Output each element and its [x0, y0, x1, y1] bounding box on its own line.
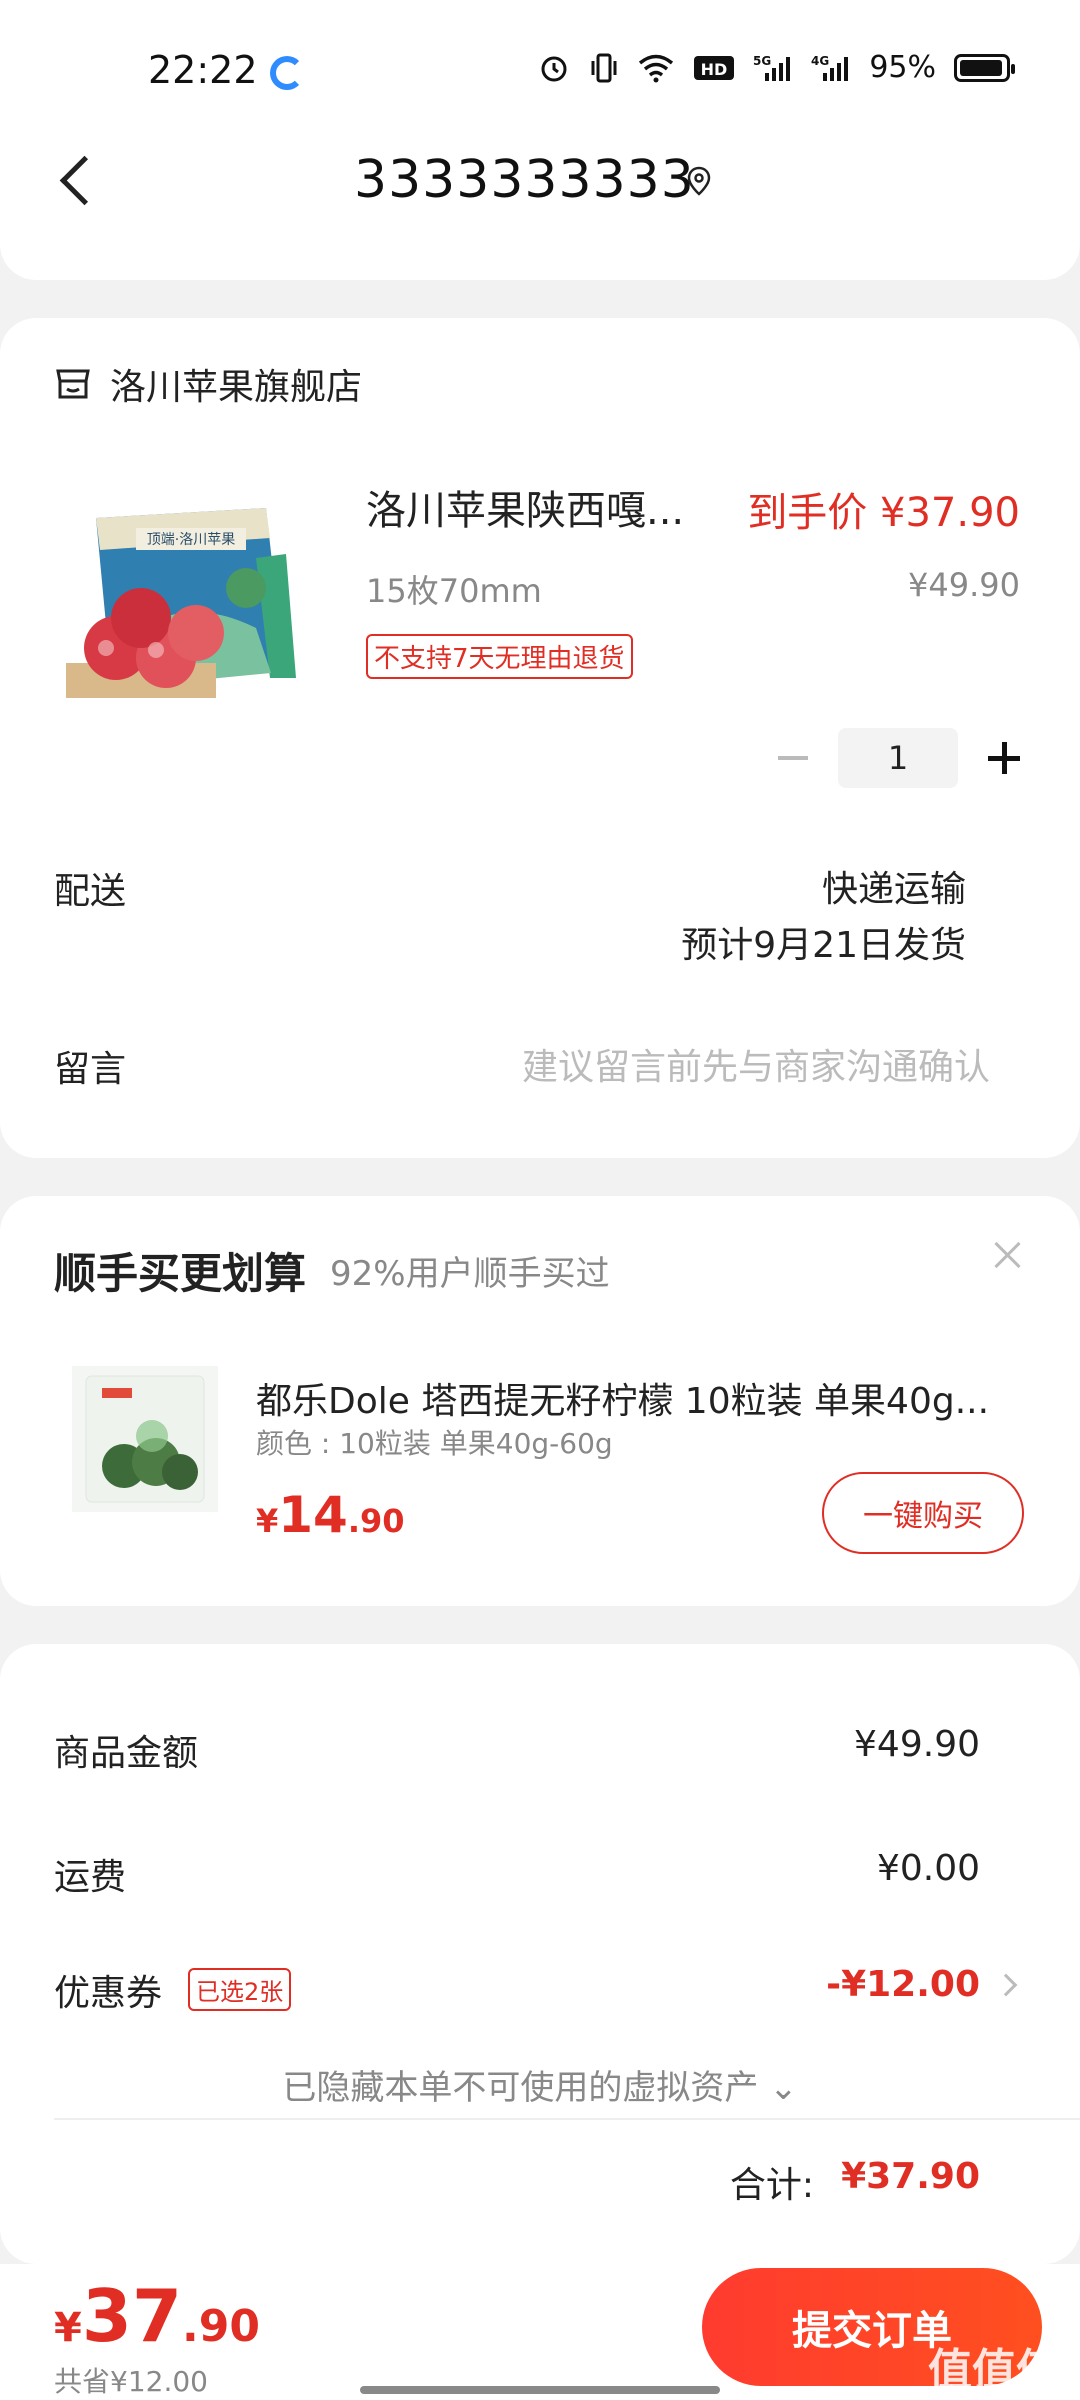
back-icon[interactable]	[54, 148, 104, 212]
battery-icon	[954, 53, 1015, 82]
loading-icon	[270, 56, 304, 90]
alarm-icon	[541, 56, 567, 81]
product-title[interactable]: 洛川苹果陕西嘎...	[366, 478, 706, 536]
store-icon	[56, 369, 90, 399]
close-icon[interactable]	[988, 1236, 1028, 1276]
freight-label: 运费	[54, 1857, 127, 1898]
hidden-assets-toggle[interactable]: 已隐藏本单不可使用的虚拟资产 ⌄	[0, 2060, 1080, 2109]
increase-button[interactable]	[988, 742, 1020, 774]
product-spec: 15枚70mm	[366, 572, 542, 610]
shipping-method[interactable]: 快递运输	[822, 860, 966, 912]
status-bar: 22:22 HD 5G 4G 95%	[0, 40, 1080, 100]
svg-text:顶端·洛川苹果: 顶端·洛川苹果	[147, 532, 235, 548]
signal-4g-icon: 4G	[811, 54, 849, 81]
page-title: 3333333333	[354, 150, 695, 210]
original-price: ¥49.90	[908, 566, 1020, 604]
pay-amount: ¥37.90	[54, 2274, 260, 2358]
goods-amount-label: 商品金额	[54, 1733, 199, 1774]
shipping-eta: 预计9月21日发货	[681, 925, 966, 966]
upsell-product-name[interactable]: 都乐Dole 塔西提无籽柠檬 10粒装 单果40g...	[256, 1372, 1026, 1424]
upsell-subtitle: 92%用户顺手买过	[330, 1254, 610, 1294]
price-summary-card: 商品金额 ¥49.90 运费 ¥0.00 优惠券 已选2张 -¥12.00 已隐…	[0, 1644, 1080, 2264]
total-value: ¥37.90	[841, 2156, 980, 2197]
battery-percent: 95%	[869, 50, 936, 85]
message-input[interactable]: 建议留言前先与商家沟通确认	[522, 1038, 990, 1090]
product-image[interactable]: 顶端·洛川苹果	[56, 498, 318, 718]
coupon-value[interactable]: -¥12.00	[826, 1964, 980, 2005]
coupon-count-badge: 已选2张	[188, 1968, 292, 2011]
svg-text:HD: HD	[701, 60, 728, 79]
total-label: 合计:	[729, 2165, 814, 2206]
vibrate-icon	[591, 53, 617, 82]
shop-row[interactable]: 洛川苹果旗舰店	[54, 358, 362, 410]
coupon-label[interactable]: 优惠券	[54, 1964, 162, 2016]
divider	[54, 2118, 1080, 2120]
wifi-icon	[639, 54, 674, 82]
checkout-bar: ¥37.90 共省¥12.00 提交订单 值值值 zhizhizhi.com	[0, 2264, 1080, 2400]
status-icons: HD 5G 4G 95%	[537, 50, 1015, 85]
order-confirm-screen: 22:22 HD 5G 4G 95% 3333333333 洛川苹果旗舰店 顶端…	[0, 0, 1080, 2400]
quantity-stepper: 1	[778, 728, 1020, 788]
header-card: 22:22 HD 5G 4G 95% 3333333333	[0, 0, 1080, 280]
upsell-product-image[interactable]	[72, 1366, 218, 1512]
status-time: 22:22	[148, 48, 258, 92]
upsell-variant: 颜色 : 10粒装 单果40g-60g	[256, 1427, 613, 1460]
signal-5g-icon: 5G	[753, 54, 791, 81]
shipping-label: 配送	[54, 871, 127, 912]
freight-value: ¥0.00	[876, 1848, 980, 1889]
goods-amount-value: ¥49.90	[854, 1724, 980, 1765]
message-label: 留言	[54, 1049, 127, 1090]
svg-text:5G: 5G	[753, 54, 771, 68]
watermark-url: zhizhizhi.com	[928, 2382, 1050, 2400]
hd-icon: HD	[694, 55, 735, 80]
location-pin-icon[interactable]	[684, 166, 714, 196]
quantity-field[interactable]: 1	[838, 728, 958, 788]
decrease-button[interactable]	[778, 756, 808, 760]
upsell-card: 顺手买更划算 92%用户顺手买过 都乐Dole 塔西提无籽柠檬 10粒装 单果4…	[0, 1196, 1080, 1606]
order-card: 洛川苹果旗舰店 顶端·洛川苹果 洛川苹果陕西嘎... 到手价 ¥37.90 15…	[0, 318, 1080, 1158]
return-policy-tag: 不支持7天无理由退货	[366, 634, 633, 679]
quick-buy-button[interactable]: 一键购买	[822, 1472, 1024, 1554]
saved-amount: 共省¥12.00	[54, 2365, 208, 2398]
home-indicator[interactable]	[360, 2386, 720, 2394]
svg-text:4G: 4G	[811, 54, 829, 68]
final-price: 到手价 ¥37.90	[747, 490, 1020, 536]
chevron-right-icon[interactable]	[994, 1973, 1018, 1997]
shop-name: 洛川苹果旗舰店	[110, 367, 363, 408]
upsell-price: ¥14.90	[256, 1486, 405, 1544]
upsell-title: 顺手买更划算	[54, 1249, 307, 1298]
